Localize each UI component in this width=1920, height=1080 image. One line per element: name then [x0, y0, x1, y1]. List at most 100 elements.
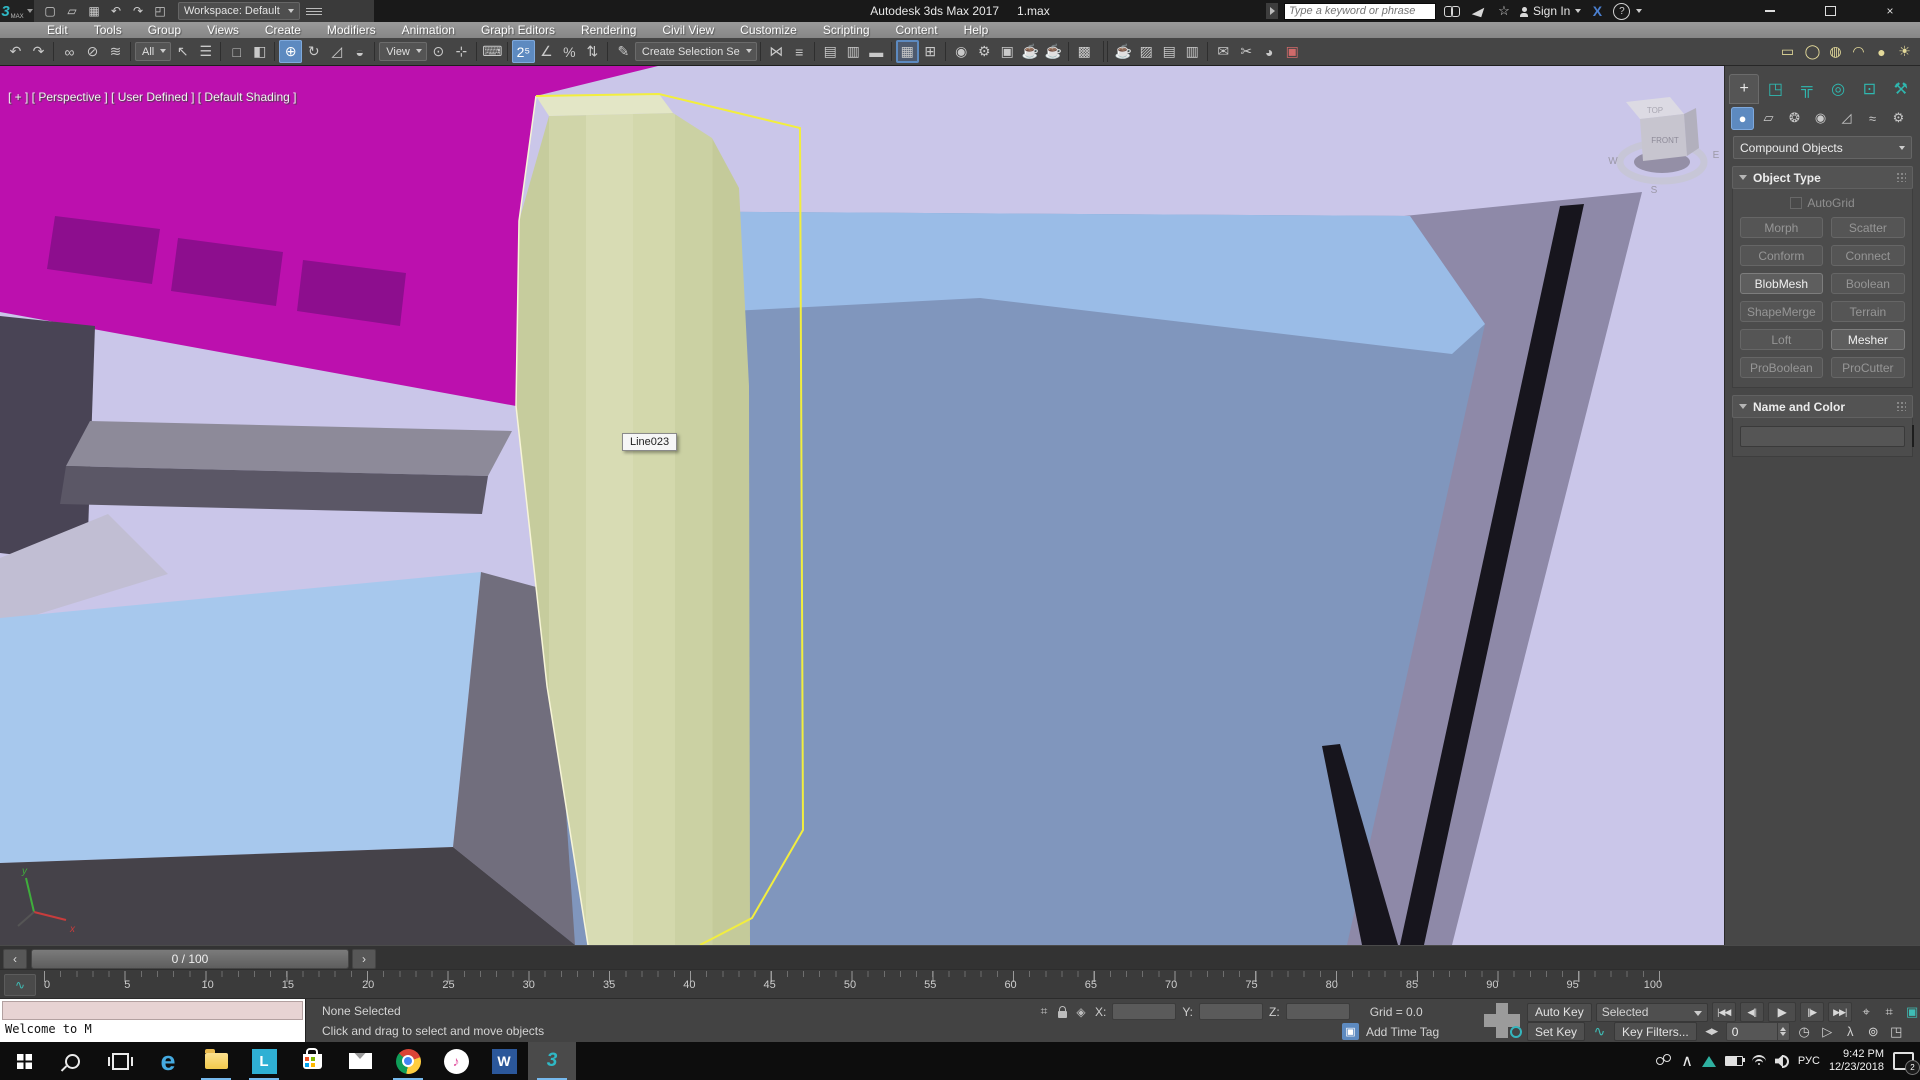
menu-item[interactable]: Modifiers: [314, 22, 389, 38]
z-coordinate-field[interactable]: [1286, 1003, 1350, 1020]
previous-frame-button[interactable]: ‹: [3, 949, 27, 969]
menu-item[interactable]: Tools: [81, 22, 135, 38]
save-file-icon[interactable]: ▦: [84, 2, 104, 20]
object-type-button[interactable]: Mesher: [1831, 329, 1905, 350]
track-bar[interactable]: ∿ 05101520253035404550556065707580859095…: [0, 969, 1920, 998]
volume-icon[interactable]: [1775, 1055, 1789, 1068]
percent-snap-icon[interactable]: %: [558, 40, 581, 63]
taskbar-mail[interactable]: [336, 1042, 384, 1080]
category-systems[interactable]: ⚙: [1887, 107, 1910, 130]
named-selection-dropdown[interactable]: Create Selection Se: [635, 40, 757, 63]
scene-explorer-icon[interactable]: ▥: [842, 40, 865, 63]
tab-hierarchy[interactable]: ╦: [1792, 74, 1822, 104]
angle-snap-icon[interactable]: ∠: [535, 40, 558, 63]
next-frame-button[interactable]: ›: [352, 949, 376, 969]
search-expand-button[interactable]: [1266, 3, 1278, 19]
taskbar-file-explorer[interactable]: [192, 1042, 240, 1080]
redo-icon[interactable]: ↷: [27, 40, 50, 63]
app-menu-button[interactable]: 3 MAX: [0, 0, 34, 22]
render-teapot-icon[interactable]: ☕: [1112, 40, 1135, 63]
category-lights[interactable]: ❂: [1783, 107, 1806, 130]
viewcube-east-label[interactable]: E: [1713, 150, 1720, 161]
time-config-icon[interactable]: ◷: [1794, 1022, 1815, 1041]
taskbar-itunes[interactable]: ♪: [432, 1042, 480, 1080]
add-time-tag[interactable]: ▣ Add Time Tag: [1342, 1023, 1439, 1040]
minimize-button[interactable]: [1740, 0, 1800, 22]
x-coordinate-field[interactable]: [1112, 1003, 1176, 1020]
tray-clock[interactable]: 9:42 PM 12/23/2018: [1829, 1048, 1884, 1074]
align-icon[interactable]: ≡: [788, 40, 811, 63]
orbit-icon[interactable]: ⊚: [1863, 1022, 1884, 1041]
select-by-name-icon[interactable]: ☰: [194, 40, 217, 63]
maxscript-mini-listener[interactable]: Welcome to M: [0, 999, 306, 1042]
workspace-dropdown[interactable]: Workspace: Default: [178, 2, 300, 20]
taskbar-store[interactable]: [288, 1042, 336, 1080]
taskbar-3dsmax[interactable]: 3: [528, 1042, 576, 1080]
a360-gallery-icon[interactable]: ▩: [1073, 40, 1096, 63]
play-button[interactable]: ▶: [1768, 1002, 1796, 1022]
undo-small-icon[interactable]: ↶: [106, 2, 126, 20]
menu-item[interactable]: Group: [135, 22, 194, 38]
object-name-input[interactable]: [1740, 426, 1905, 447]
schematic-view-icon[interactable]: ⊞: [919, 40, 942, 63]
prune-scene-icon[interactable]: ✂: [1235, 40, 1258, 63]
search-icon[interactable]: [1442, 2, 1462, 20]
key-mode-toggle-icon[interactable]: ◀▶: [1701, 1022, 1722, 1041]
walk-through-icon[interactable]: λ: [1840, 1022, 1861, 1041]
category-shapes[interactable]: ▱: [1757, 107, 1780, 130]
next-frame-button[interactable]: ||▶: [1800, 1002, 1824, 1022]
set-keys-big-button[interactable]: [1480, 1001, 1524, 1040]
render-production-icon[interactable]: ☕: [1019, 40, 1042, 63]
select-object-icon[interactable]: ↖: [171, 40, 194, 63]
reference-coordinate-dropdown[interactable]: View: [379, 40, 427, 63]
autodesk-exchange-icon[interactable]: X: [1587, 2, 1607, 20]
tab-display[interactable]: ⊡: [1854, 74, 1884, 104]
object-type-button[interactable]: ProCutter: [1831, 357, 1905, 378]
taskbar-chrome[interactable]: [384, 1042, 432, 1080]
selection-region-icon[interactable]: ⌗: [1036, 1004, 1052, 1020]
menu-item[interactable]: Customize: [727, 22, 810, 38]
goto-start-button[interactable]: |◀◀: [1712, 1002, 1736, 1022]
set-key-button[interactable]: Set Key: [1527, 1022, 1585, 1041]
object-type-button[interactable]: Conform: [1740, 245, 1823, 266]
communication-center-icon[interactable]: [1468, 2, 1488, 20]
open-file-icon[interactable]: ▱: [62, 2, 82, 20]
task-view-button[interactable]: [96, 1042, 144, 1080]
absolute-offset-toggle-icon[interactable]: ◈: [1073, 1004, 1089, 1020]
menu-item[interactable]: Scripting: [810, 22, 883, 38]
tab-create[interactable]: +: [1729, 74, 1759, 104]
wifi-icon[interactable]: [1752, 1055, 1766, 1068]
zoom-extents-icon[interactable]: ▣: [1902, 1003, 1920, 1022]
fov-icon[interactable]: ▷: [1817, 1022, 1838, 1041]
rectangular-selection-icon[interactable]: □: [225, 40, 248, 63]
search-input[interactable]: [1284, 3, 1436, 20]
battery-icon[interactable]: [1725, 1056, 1743, 1066]
object-type-button[interactable]: Connect: [1831, 245, 1905, 266]
light-dome-icon[interactable]: ◠: [1847, 40, 1870, 63]
light-disc-icon[interactable]: ◯: [1801, 40, 1824, 63]
sign-in-button[interactable]: Sign In: [1520, 4, 1581, 18]
category-geometry[interactable]: ●: [1731, 107, 1754, 130]
edit-named-selections-icon[interactable]: ✎: [612, 40, 635, 63]
time-slider-track[interactable]: ‹ 0 / 100 ›: [0, 945, 1920, 969]
select-and-manipulate-icon[interactable]: ⊹: [450, 40, 473, 63]
key-filters-button[interactable]: Key Filters...: [1614, 1022, 1697, 1041]
selection-filter-dropdown[interactable]: All: [135, 40, 171, 63]
tab-motion[interactable]: ◎: [1823, 74, 1853, 104]
name-color-rollout-header[interactable]: Name and Color: [1732, 395, 1913, 418]
menu-item[interactable]: Rendering: [568, 22, 649, 38]
new-scene-icon[interactable]: ▢: [40, 2, 60, 20]
bind-to-space-warp-icon[interactable]: ≋: [104, 40, 127, 63]
selection-lock-icon[interactable]: [1058, 1011, 1067, 1018]
y-coordinate-field[interactable]: [1199, 1003, 1263, 1020]
object-color-swatch[interactable]: [1912, 425, 1914, 447]
hidden-icons-chevron[interactable]: ∧: [1681, 1051, 1693, 1071]
mini-curve-editor-button[interactable]: ∿: [4, 974, 36, 996]
current-frame-spinner[interactable]: 0: [1726, 1022, 1790, 1041]
prev-frame-button[interactable]: ◀||: [1740, 1002, 1764, 1022]
select-and-move-icon[interactable]: ⊕: [279, 40, 302, 63]
project-folder-icon[interactable]: ◰: [150, 2, 170, 20]
scene-converter-icon[interactable]: ▥: [1181, 40, 1204, 63]
viewcube-top-label[interactable]: TOP: [1647, 106, 1663, 115]
ribbon-toggle-icon[interactable]: ▬: [865, 40, 888, 63]
